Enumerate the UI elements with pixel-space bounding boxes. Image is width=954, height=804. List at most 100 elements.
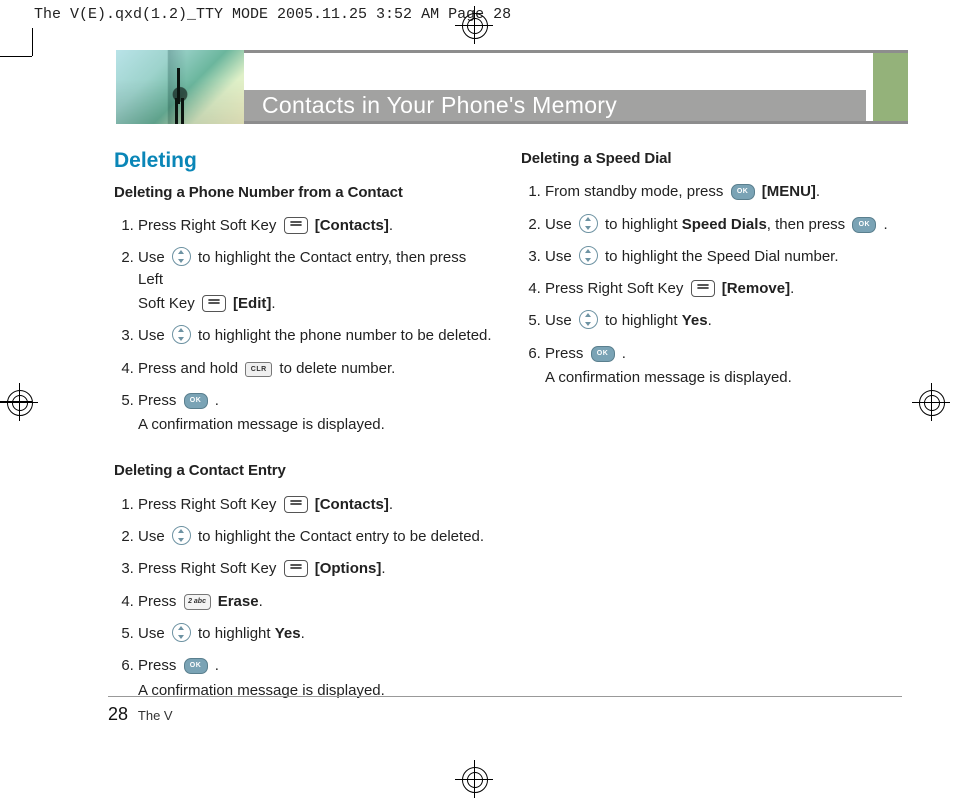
step-text: . [381,560,385,577]
banner-photo [116,50,244,124]
column-right: Deleting a Speed Dial From standby mode,… [521,146,902,708]
step-text: . [389,217,393,234]
ui-label: Yes [275,625,301,642]
ui-label: [MENU] [762,183,816,200]
list-item: Press Erase. [138,587,495,619]
list-item: From standby mode, press [MENU]. [545,177,902,209]
step-text: Press [545,345,588,362]
ui-label: Yes [682,312,708,329]
page-footer: 28 The V [108,704,173,725]
keypad-2-icon [184,594,211,610]
list-item: Press Right Soft Key [Contacts]. [138,211,495,243]
ui-label: Speed Dials [682,216,767,233]
subheading-delete-contact: Deleting a Contact Entry [114,460,495,481]
right-soft-key-icon [284,560,308,577]
ui-label: [Options] [315,560,382,577]
step-note: A confirmation message is displayed. [138,677,495,701]
ok-key-icon [591,346,615,362]
step-note: A confirmation message is displayed. [545,364,902,388]
step-text: to highlight [605,216,682,233]
step-text: Use [138,625,169,642]
section-heading-deleting: Deleting [114,146,495,176]
steps-delete-speed-dial: From standby mode, press [MENU]. Use to … [521,177,902,395]
step-text: , then press [767,216,850,233]
ok-key-icon [184,393,208,409]
left-soft-key-icon [202,295,226,312]
list-item: Use to highlight the phone number to be … [138,321,495,353]
list-item: Press Right Soft Key [Contacts]. [138,490,495,522]
step-text: to highlight [198,625,275,642]
ui-label: [Remove] [722,280,790,297]
step-text: to highlight the phone number to be dele… [198,327,492,344]
list-item: Use to highlight Yes. [138,619,495,651]
crop-mark [32,28,33,56]
step-text: Press Right Soft Key [138,560,281,577]
nav-key-icon [579,214,598,233]
page-number: 28 [108,704,128,724]
list-item: Press and hold to delete number. [138,354,495,386]
nav-key-icon [172,526,191,545]
step-text: Soft Key [138,295,199,312]
nav-key-icon [579,310,598,329]
subheading-delete-speed-dial: Deleting a Speed Dial [521,148,902,169]
step-text: to highlight [605,312,682,329]
step-text: to delete number. [279,360,395,377]
step-text: to highlight the Contact entry to be del… [198,528,484,545]
doc-name: The V [138,708,173,723]
right-soft-key-icon [691,280,715,297]
step-text: Press Right Soft Key [545,280,688,297]
step-note: A confirmation message is displayed. [138,411,495,435]
list-item: Use to highlight the Contact entry to be… [138,522,495,554]
step-text: Use [138,249,169,266]
ui-label: [Contacts] [315,496,389,513]
page-body: Contacts in Your Phone's Memory Deleting… [108,50,908,124]
ok-key-icon [184,658,208,674]
registration-mark-icon [912,383,950,421]
steps-delete-contact: Press Right Soft Key [Contacts]. Use to … [114,490,495,708]
ui-label: [Edit] [233,295,271,312]
step-text: Press Right Soft Key [138,496,281,513]
step-text: Use [545,312,576,329]
list-item: Use to highlight the Contact entry, then… [138,243,495,321]
step-text: . [389,496,393,513]
list-item: Use to highlight the Speed Dial number. [545,242,902,274]
step-text: Use [545,216,576,233]
step-text: . [790,280,794,297]
list-item: Use to highlight Yes. [545,306,902,338]
step-text: . [622,345,626,362]
content-columns: Deleting Deleting a Phone Number from a … [108,146,908,708]
step-text: . [708,312,712,329]
ui-label: [Contacts] [315,217,389,234]
step-text: to highlight the Speed Dial number. [605,248,839,265]
step-text: From standby mode, press [545,183,728,200]
registration-mark-icon [455,760,493,798]
subheading-delete-number: Deleting a Phone Number from a Contact [114,182,495,203]
step-text: . [816,183,820,200]
print-slug-line: The V(E).qxd(1.2)_TTY MODE 2005.11.25 3:… [34,6,511,23]
footer-rule [108,696,902,697]
step-text: . [215,657,219,674]
list-item: Press Right Soft Key [Remove]. [545,274,902,306]
list-item: Press . A confirmation message is displa… [545,339,902,396]
banner-accent [873,53,908,121]
right-soft-key-icon [284,217,308,234]
step-text: . [301,625,305,642]
steps-delete-number: Press Right Soft Key [Contacts]. Use to … [114,211,495,442]
nav-key-icon [172,325,191,344]
step-text: Press Right Soft Key [138,217,281,234]
clr-key-icon [245,362,272,377]
step-text: Use [138,327,169,344]
step-text: Press [138,593,181,610]
list-item: Press Right Soft Key [Options]. [138,554,495,586]
step-text: . [259,593,263,610]
ok-key-icon [731,184,755,200]
step-text: Use [545,248,576,265]
crop-mark [0,56,32,57]
chapter-title: Contacts in Your Phone's Memory [244,90,866,121]
step-text: Press and hold [138,360,242,377]
nav-key-icon [172,247,191,266]
chapter-banner: Contacts in Your Phone's Memory [108,50,908,124]
step-text: Press [138,657,181,674]
step-text: . [884,216,888,233]
ok-key-icon [852,217,876,233]
